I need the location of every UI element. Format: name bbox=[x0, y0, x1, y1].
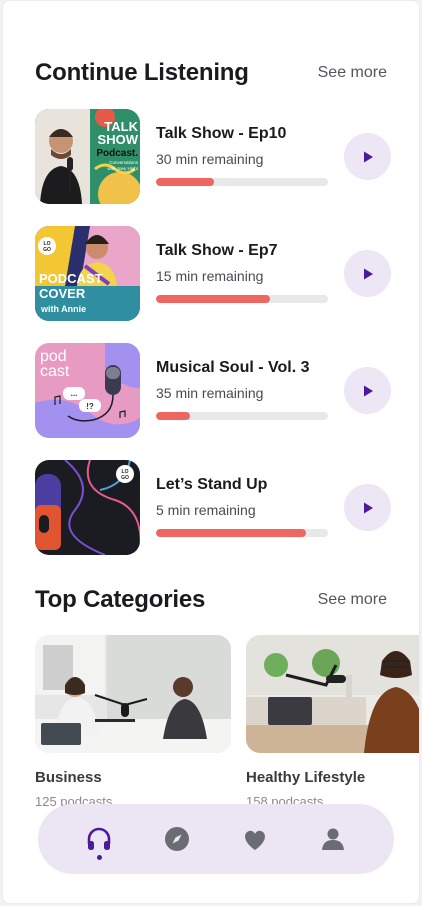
svg-text:Conversations: Conversations bbox=[109, 160, 139, 165]
continue-listening-header: Continue Listening See more bbox=[35, 59, 387, 87]
top-categories-header: Top Categories See more bbox=[35, 586, 387, 614]
svg-text:PODCAST: PODCAST bbox=[39, 271, 103, 286]
episode-title: Talk Show - Ep7 bbox=[156, 242, 278, 259]
svg-text:SHOW: SHOW bbox=[98, 132, 139, 147]
episode-title: Talk Show - Ep10 bbox=[156, 125, 287, 142]
profile-icon bbox=[322, 828, 344, 850]
episode-card[interactable]: LO GO PODCAST COVER with Annie Talk Show… bbox=[35, 226, 391, 321]
episode-remaining: 35 min remaining bbox=[156, 385, 264, 401]
svg-text:cast: cast bbox=[40, 363, 70, 380]
active-indicator bbox=[96, 855, 102, 860]
episode-cover: TALK SHOW Podcast. Conversations with Jo… bbox=[35, 109, 140, 204]
category-name: Business bbox=[35, 769, 102, 786]
section-title: Top Categories bbox=[35, 586, 206, 613]
progress-fill bbox=[156, 295, 270, 303]
episode-cover: pod cast ... !? bbox=[35, 343, 140, 438]
episode-card[interactable]: LO GO Let’s Stand Up 5 min remaining bbox=[35, 460, 391, 555]
svg-text:Podcast.: Podcast. bbox=[96, 148, 138, 159]
category-image bbox=[35, 635, 231, 753]
progress-bar bbox=[156, 412, 328, 420]
heart-icon bbox=[245, 830, 265, 850]
progress-fill bbox=[156, 529, 306, 537]
play-button[interactable] bbox=[344, 367, 391, 414]
progress-bar bbox=[156, 295, 328, 303]
episode-remaining: 15 min remaining bbox=[156, 268, 264, 284]
svg-text:COVER: COVER bbox=[39, 286, 86, 301]
episode-card[interactable]: TALK SHOW Podcast. Conversations with Jo… bbox=[35, 109, 391, 204]
svg-text:GO: GO bbox=[43, 247, 51, 253]
category-card[interactable]: Healthy Lifestyle 158 podcasts bbox=[246, 635, 419, 809]
episode-title: Musical Soul - Vol. 3 bbox=[156, 359, 310, 376]
nav-favorites[interactable] bbox=[231, 815, 279, 863]
see-more-button[interactable]: See more bbox=[318, 591, 387, 609]
category-name: Healthy Lifestyle bbox=[246, 769, 366, 786]
compass-icon bbox=[165, 827, 189, 851]
progress-bar bbox=[156, 178, 328, 186]
play-icon bbox=[363, 385, 373, 396]
play-button[interactable] bbox=[344, 133, 391, 180]
section-title: Continue Listening bbox=[35, 59, 249, 86]
see-more-button[interactable]: See more bbox=[318, 64, 387, 82]
play-icon bbox=[363, 151, 373, 162]
play-icon bbox=[363, 268, 373, 279]
play-button[interactable] bbox=[344, 250, 391, 297]
episode-cover: LO GO bbox=[35, 460, 140, 555]
category-card[interactable]: Business 125 podcasts bbox=[35, 635, 231, 809]
app-screen: Continue Listening See more TALK SHOW Po… bbox=[2, 0, 420, 904]
episode-title: Let’s Stand Up bbox=[156, 476, 268, 493]
play-button[interactable] bbox=[344, 484, 391, 531]
headphones-icon bbox=[87, 827, 111, 850]
category-image bbox=[246, 635, 419, 753]
svg-text:with Annie: with Annie bbox=[40, 304, 86, 314]
nav-home[interactable] bbox=[75, 815, 123, 863]
episode-card[interactable]: pod cast ... !? Musical Soul - Vol. 3 35… bbox=[35, 343, 391, 438]
progress-bar bbox=[156, 529, 328, 537]
episode-remaining: 5 min remaining bbox=[156, 502, 256, 518]
bottom-nav bbox=[38, 804, 394, 874]
progress-fill bbox=[156, 412, 191, 420]
nav-profile[interactable] bbox=[309, 815, 357, 863]
svg-text:...: ... bbox=[71, 389, 78, 398]
play-icon bbox=[363, 502, 373, 513]
progress-fill bbox=[156, 178, 215, 186]
episode-remaining: 30 min remaining bbox=[156, 151, 264, 167]
svg-text:GO: GO bbox=[121, 475, 129, 481]
svg-text:with Joey Hight: with Joey Hight bbox=[107, 166, 138, 171]
nav-explore[interactable] bbox=[153, 815, 201, 863]
episode-cover: LO GO PODCAST COVER with Annie bbox=[35, 226, 140, 321]
svg-text:!?: !? bbox=[86, 402, 94, 411]
